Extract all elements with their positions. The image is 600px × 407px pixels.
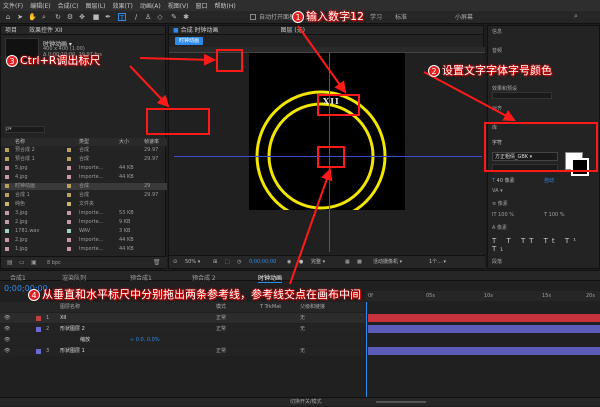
arrow-step4 [289, 168, 333, 285]
callout-step3: 3 Ctrl+R调出标尺 [6, 52, 100, 68]
callout-step2: 2 设置文字字体字号颜色 [428, 62, 552, 78]
arrow-step1 [297, 25, 347, 94]
callout-step4: 4 从垂直和水平标尺中分别拖出两条参考线，参考线交点在画布中间 [28, 286, 361, 302]
callout-step1: 1 输入数字12 [292, 8, 364, 24]
arrow-step2 [423, 71, 516, 121]
arrow-step3b [129, 65, 170, 108]
arrow-step3a [139, 53, 216, 66]
